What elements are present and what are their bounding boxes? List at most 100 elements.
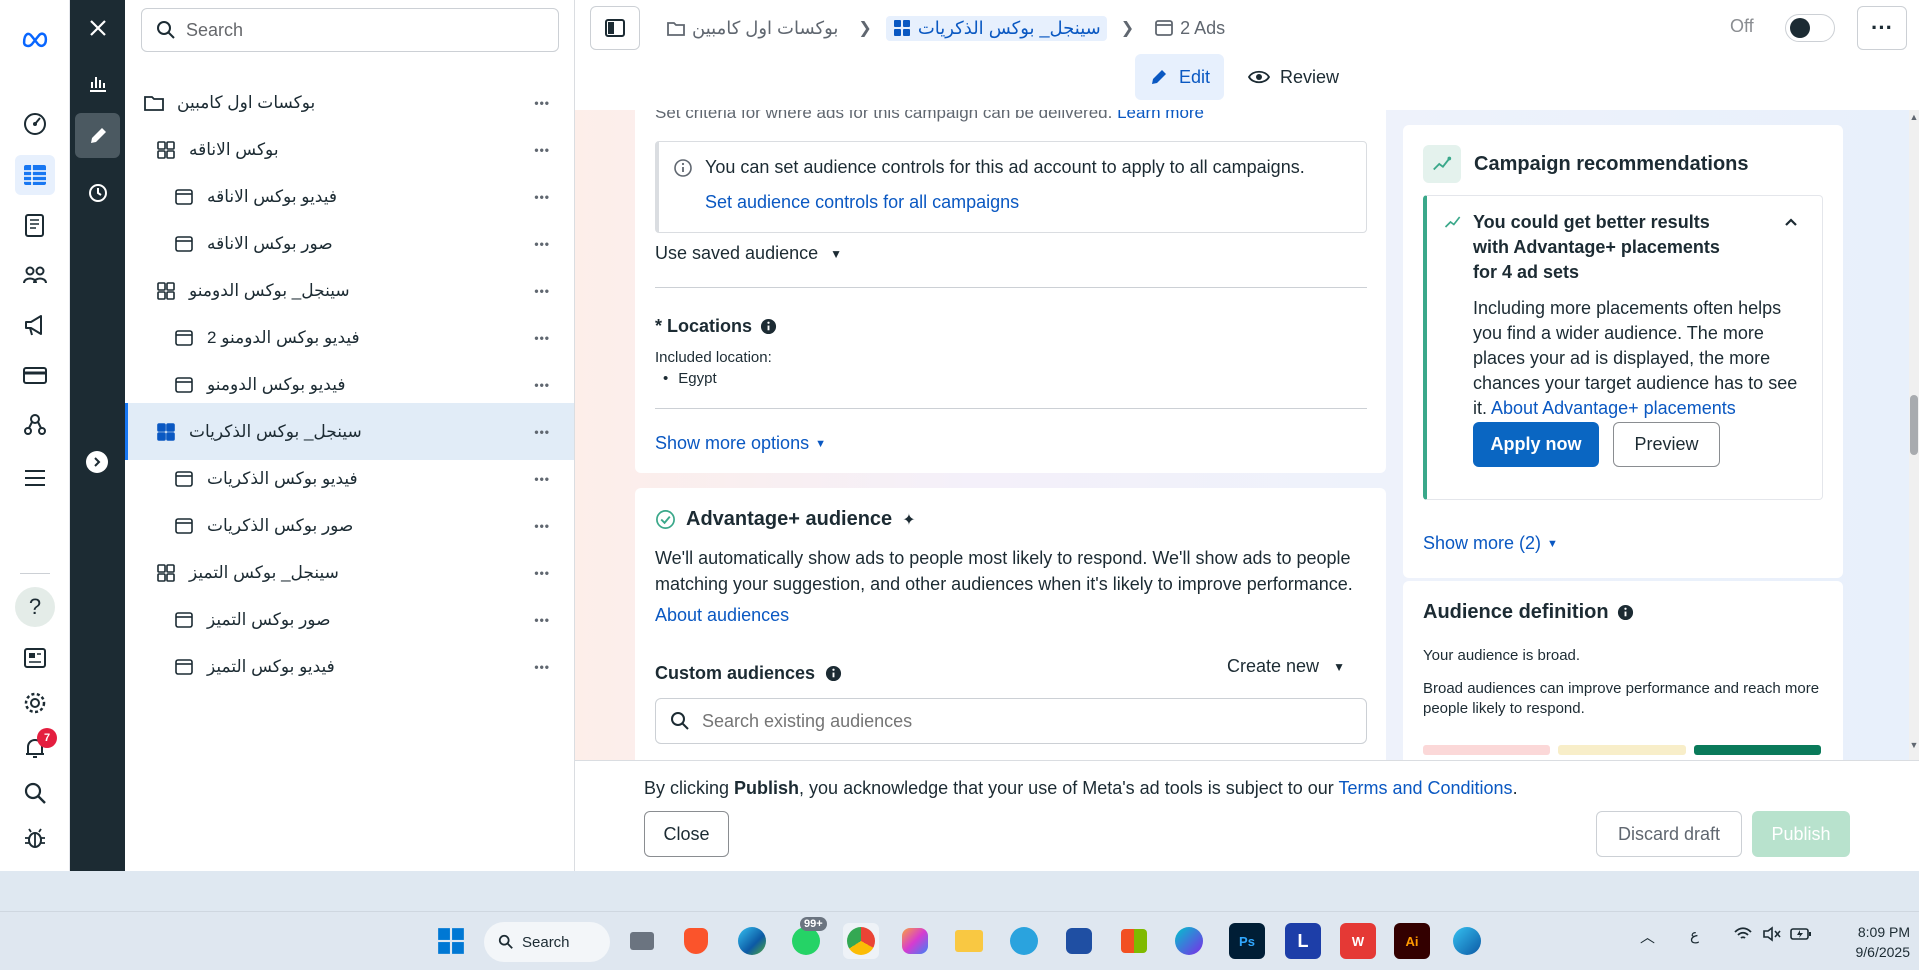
business-network-icon[interactable] bbox=[15, 405, 55, 445]
scroll-thumb[interactable] bbox=[1910, 395, 1918, 455]
tree-search-box[interactable] bbox=[141, 8, 559, 52]
chevron-right-icon: ❯ bbox=[858, 20, 872, 37]
audiences-people-icon[interactable] bbox=[15, 255, 55, 295]
help-question-icon[interactable]: ? bbox=[15, 587, 55, 627]
edge-browser-icon[interactable] bbox=[734, 923, 770, 959]
set-audience-controls-link[interactable]: Set audience controls for all campaigns bbox=[705, 192, 1019, 213]
windows-start-icon[interactable] bbox=[433, 923, 469, 959]
publish-button[interactable]: Publish bbox=[1752, 811, 1850, 857]
catalog-book-icon[interactable] bbox=[15, 205, 55, 245]
l-app-icon[interactable]: L bbox=[1285, 923, 1321, 959]
tree-row-label: 2 فيديو بوكس الدومنو bbox=[207, 327, 360, 347]
show-more-options-link[interactable]: Show more options ▼ bbox=[655, 433, 826, 454]
megaphone-icon[interactable] bbox=[15, 305, 55, 345]
copilot-icon[interactable] bbox=[897, 923, 933, 959]
wifi-icon[interactable] bbox=[1733, 926, 1753, 946]
search-icon bbox=[671, 712, 689, 730]
show-more-recommendations-link[interactable]: Show more (2) ▼ bbox=[1423, 533, 1558, 554]
volume-muted-icon[interactable] bbox=[1762, 926, 1782, 946]
tree-row-label: سينجل_ بوكس الذكريات bbox=[189, 421, 362, 441]
row-more-options-icon[interactable]: ••• bbox=[534, 190, 550, 204]
breadcrumb-campaign-label: بوكسات اول كامبين bbox=[692, 17, 839, 38]
all-tools-menu-icon[interactable] bbox=[15, 458, 55, 498]
row-more-options-icon[interactable]: ••• bbox=[534, 613, 550, 627]
adset-status-toggle[interactable] bbox=[1785, 14, 1835, 42]
audience-definition-body-line: Broad audiences can improve performance … bbox=[1423, 680, 1820, 697]
snipping-tool-icon[interactable] bbox=[1061, 923, 1097, 959]
task-view-icon[interactable] bbox=[624, 923, 660, 959]
settings-gear-icon[interactable] bbox=[15, 683, 55, 723]
history-clock-icon[interactable] bbox=[75, 170, 120, 215]
wps-office-icon[interactable]: W bbox=[1340, 923, 1376, 959]
audience-definition-body-line: people likely to respond. bbox=[1423, 700, 1585, 717]
ads-manager-table-icon[interactable] bbox=[15, 155, 55, 195]
row-more-options-icon[interactable]: ••• bbox=[534, 660, 550, 674]
taskbar-search[interactable]: Search bbox=[484, 922, 610, 962]
tree-row-ad[interactable]: فيديو بوكس التميز ••• bbox=[125, 638, 574, 695]
row-more-options-icon[interactable]: ••• bbox=[534, 566, 550, 580]
canva-icon[interactable] bbox=[1171, 923, 1207, 959]
notifications-bell-icon[interactable]: 7 bbox=[15, 728, 57, 768]
close-icon[interactable] bbox=[75, 5, 120, 50]
breadcrumb-adset[interactable]: سينجل_ بوكس الذكريات bbox=[885, 15, 1107, 41]
row-more-options-icon[interactable]: ••• bbox=[534, 237, 550, 251]
recommendation-body-line: places your ad is displayed, the more bbox=[1473, 348, 1771, 368]
terms-and-conditions-link[interactable]: Terms and Conditions bbox=[1338, 778, 1512, 798]
apply-now-button[interactable]: Apply now bbox=[1473, 422, 1599, 467]
input-language-indicator[interactable]: ع bbox=[1690, 926, 1699, 944]
main-scrollbar[interactable]: ▲ ▼ bbox=[1909, 110, 1919, 760]
scroll-down-arrow[interactable]: ▼ bbox=[1909, 740, 1919, 750]
report-bug-icon[interactable] bbox=[15, 818, 55, 858]
toggle-sidepanel-button[interactable] bbox=[590, 6, 640, 50]
status-toggle-label: Off bbox=[1730, 16, 1754, 36]
row-more-options-icon[interactable]: ••• bbox=[534, 284, 550, 298]
row-more-options-icon[interactable]: ••• bbox=[534, 331, 550, 345]
battery-charging-icon[interactable] bbox=[1790, 926, 1812, 946]
whatsapp-icon[interactable]: 99+ bbox=[788, 917, 827, 959]
about-audiences-link[interactable]: About audiences bbox=[655, 605, 789, 626]
microsoft-store-icon[interactable] bbox=[1116, 923, 1152, 959]
show-hidden-icons-chevron-icon[interactable]: ︿ bbox=[1640, 926, 1655, 947]
system-clock[interactable]: 8:09 PM 9/6/2025 bbox=[1810, 922, 1911, 962]
tree-search-input[interactable] bbox=[186, 19, 546, 41]
breadcrumb-campaign[interactable]: بوكسات اول كامبين bbox=[660, 16, 844, 41]
news-feed-icon[interactable] bbox=[15, 638, 55, 678]
brave-browser-icon[interactable] bbox=[678, 923, 714, 959]
file-explorer-icon[interactable] bbox=[951, 923, 987, 959]
chrome-browser-icon[interactable] bbox=[843, 923, 879, 959]
billing-card-icon[interactable] bbox=[15, 355, 55, 395]
dashboard-gauge-icon[interactable] bbox=[15, 103, 55, 143]
breadcrumb-ads[interactable]: 2 Ads bbox=[1148, 16, 1231, 41]
edge-profile-icon[interactable] bbox=[1449, 923, 1485, 959]
row-more-options-icon[interactable]: ••• bbox=[534, 472, 550, 486]
audience-search-box[interactable] bbox=[655, 698, 1367, 744]
row-more-options-icon[interactable]: ••• bbox=[534, 378, 550, 392]
tab-review[interactable]: Review bbox=[1234, 54, 1353, 100]
scroll-up-arrow[interactable]: ▲ bbox=[1909, 112, 1919, 122]
telegram-icon[interactable] bbox=[1006, 923, 1042, 959]
discard-draft-button[interactable]: Discard draft bbox=[1596, 811, 1742, 857]
illustrator-icon[interactable]: Ai bbox=[1394, 923, 1430, 959]
expand-chevron-right-icon[interactable] bbox=[86, 451, 108, 473]
more-options-button[interactable]: ··· bbox=[1857, 6, 1907, 50]
meta-logo-icon[interactable] bbox=[15, 18, 55, 58]
learn-more-link[interactable]: Learn more bbox=[1117, 110, 1204, 122]
row-more-options-icon[interactable]: ••• bbox=[534, 425, 550, 439]
collapse-chevron-up-icon[interactable] bbox=[1783, 214, 1799, 235]
about-advantage-placements-link[interactable]: About Advantage+ placements bbox=[1491, 398, 1736, 418]
recommendation-title-line: for 4 ad sets bbox=[1473, 262, 1580, 282]
photoshop-icon[interactable]: Ps bbox=[1229, 923, 1265, 959]
create-new-dropdown[interactable]: Create new ▼ bbox=[1227, 656, 1345, 677]
edit-pencil-icon[interactable] bbox=[75, 113, 120, 158]
preview-button[interactable]: Preview bbox=[1613, 422, 1720, 467]
audience-search-input[interactable] bbox=[702, 710, 1342, 732]
performance-chart-icon[interactable] bbox=[75, 60, 120, 105]
row-more-options-icon[interactable]: ••• bbox=[534, 96, 550, 110]
search-icon[interactable] bbox=[15, 773, 55, 813]
use-saved-audience-dropdown[interactable]: Use saved audience ▼ bbox=[655, 243, 842, 264]
close-button[interactable]: Close bbox=[644, 811, 729, 857]
row-more-options-icon[interactable]: ••• bbox=[534, 143, 550, 157]
row-more-options-icon[interactable]: ••• bbox=[534, 519, 550, 533]
tab-edit[interactable]: Edit bbox=[1135, 54, 1225, 100]
campaign-recommendations-card: Campaign recommendations You could get b… bbox=[1403, 125, 1843, 578]
